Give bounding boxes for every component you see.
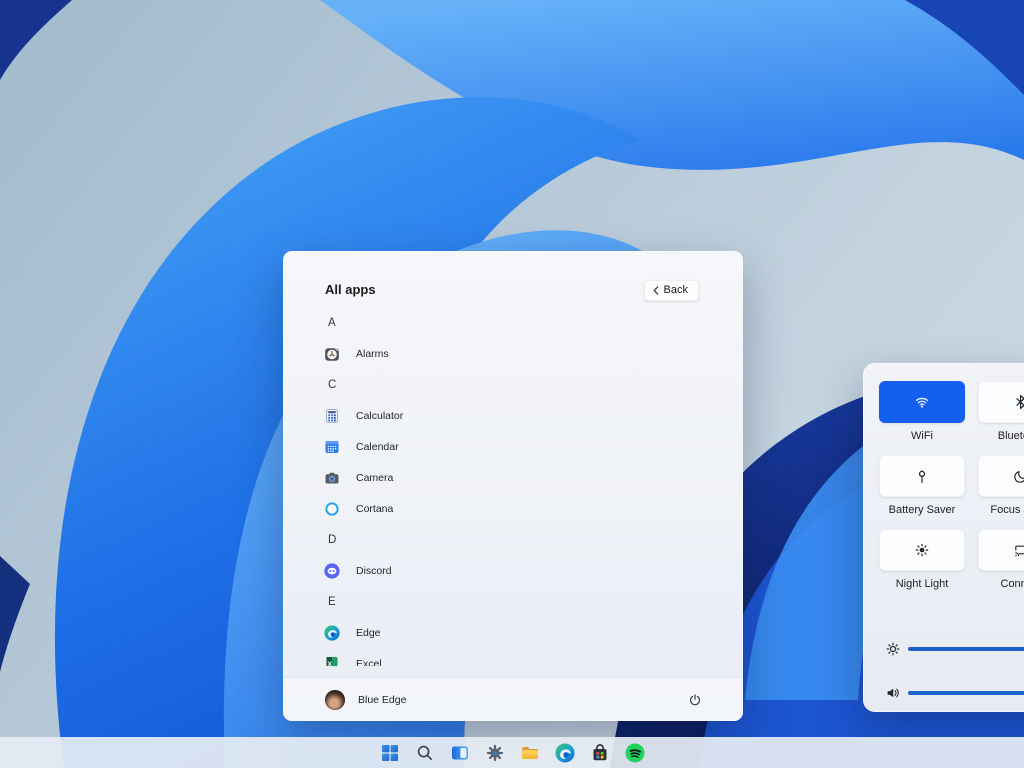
app-row-calculator[interactable]: Calculator [283, 400, 743, 431]
taskbar-start-button[interactable] [378, 741, 402, 765]
section-letter-label: C [328, 379, 336, 391]
bluetooth-icon [1013, 394, 1024, 410]
taskbar-search-button[interactable] [413, 741, 437, 765]
brightness-slider[interactable] [908, 647, 1024, 651]
app-row-excel[interactable]: X Excel [283, 648, 743, 666]
bluetooth-tile-cell: Bluetooth [978, 381, 1024, 442]
taskbar [0, 737, 1024, 768]
section-letter-label: A [328, 317, 336, 329]
back-button-label: Back [664, 284, 688, 296]
chevron-left-icon [653, 286, 659, 295]
taskbar-settings-button[interactable] [483, 741, 507, 765]
night-light-icon [914, 542, 930, 558]
app-label: Excel [356, 658, 382, 667]
volume-row [863, 684, 1024, 702]
discord-icon [324, 563, 340, 579]
calendar-icon [324, 439, 340, 455]
focus-assist-icon [1013, 468, 1024, 484]
taskbar-store-button[interactable] [588, 741, 612, 765]
back-button[interactable]: Back [644, 280, 699, 301]
bluetooth-tile[interactable] [978, 381, 1024, 423]
quick-settings-tiles: WiFi Bluetooth Battery Saver [879, 381, 1024, 603]
task-view-icon [450, 743, 470, 763]
app-label: Calculator [356, 410, 403, 422]
wifi-icon [914, 394, 930, 410]
section-letter-e[interactable]: E [283, 586, 743, 617]
app-label: Edge [356, 627, 381, 639]
svg-text:X: X [327, 661, 332, 666]
calculator-icon [324, 408, 340, 424]
battery-saver-tile[interactable] [879, 455, 965, 497]
app-row-discord[interactable]: Discord [283, 555, 743, 586]
app-row-cortana[interactable]: Cortana [283, 493, 743, 524]
app-label: Camera [356, 472, 393, 484]
section-letter-a[interactable]: A [283, 307, 743, 338]
taskbar-spotify-button[interactable] [623, 741, 647, 765]
night-light-tile-cell: Night Light [879, 529, 965, 590]
edge-icon [555, 743, 575, 763]
app-label: Discord [356, 565, 392, 577]
section-letter-label: D [328, 534, 336, 546]
start-user-bar: Blue Edge [283, 677, 743, 721]
volume-icon [885, 685, 901, 701]
connect-tile[interactable] [978, 529, 1024, 571]
search-icon [415, 743, 435, 763]
focus-assist-tile-cell: Focus assist [978, 455, 1024, 516]
app-row-calendar[interactable]: Calendar [283, 431, 743, 462]
night-light-tile-label: Night Light [879, 578, 965, 590]
app-row-edge[interactable]: Edge [283, 617, 743, 648]
excel-icon: X [324, 656, 340, 667]
folder-icon [520, 743, 540, 763]
section-letter-c[interactable]: C [283, 369, 743, 400]
connect-icon [1013, 542, 1024, 558]
edge-icon [324, 625, 340, 641]
night-light-tile[interactable] [879, 529, 965, 571]
start-menu-panel: All apps Back A Alarms C Calcula [283, 251, 743, 721]
connect-tile-cell: Connect [978, 529, 1024, 590]
all-apps-title: All apps [325, 282, 376, 297]
focus-assist-tile-label: Focus assist [978, 504, 1024, 516]
user-avatar[interactable] [325, 690, 345, 710]
desktop: All apps Back A Alarms C Calcula [0, 0, 1024, 768]
alarms-icon [324, 346, 340, 362]
taskbar-file-explorer-button[interactable] [518, 741, 542, 765]
user-name: Blue Edge [358, 694, 406, 706]
brightness-row [863, 640, 1024, 658]
app-row-alarms[interactable]: Alarms [283, 338, 743, 369]
bluetooth-tile-label: Bluetooth [978, 430, 1024, 442]
focus-assist-tile[interactable] [978, 455, 1024, 497]
battery-saver-tile-cell: Battery Saver [879, 455, 965, 516]
microsoft-store-icon [590, 743, 610, 763]
all-apps-list: A Alarms C Calculator Cal [283, 307, 743, 666]
battery-saver-tile-label: Battery Saver [879, 504, 965, 516]
app-label: Cortana [356, 503, 393, 515]
taskbar-task-view-button[interactable] [448, 741, 472, 765]
settings-gear-icon [485, 743, 505, 763]
quick-settings-panel: WiFi Bluetooth Battery Saver [863, 363, 1024, 712]
cortana-icon [324, 501, 340, 517]
section-letter-label: E [328, 596, 336, 608]
windows-start-icon [380, 743, 400, 763]
taskbar-edge-button[interactable] [553, 741, 577, 765]
app-label: Calendar [356, 441, 399, 453]
brightness-icon [885, 641, 901, 657]
wifi-tile-cell: WiFi [879, 381, 965, 442]
wifi-tile-label: WiFi [879, 430, 965, 442]
power-icon [688, 693, 702, 707]
connect-tile-label: Connect [978, 578, 1024, 590]
app-row-camera[interactable]: Camera [283, 462, 743, 493]
battery-saver-icon [914, 468, 930, 484]
app-label: Alarms [356, 348, 389, 360]
wifi-tile[interactable] [879, 381, 965, 423]
volume-slider[interactable] [908, 691, 1024, 695]
power-button[interactable] [683, 688, 707, 712]
spotify-icon [625, 743, 645, 763]
section-letter-d[interactable]: D [283, 524, 743, 555]
camera-icon [324, 470, 340, 486]
